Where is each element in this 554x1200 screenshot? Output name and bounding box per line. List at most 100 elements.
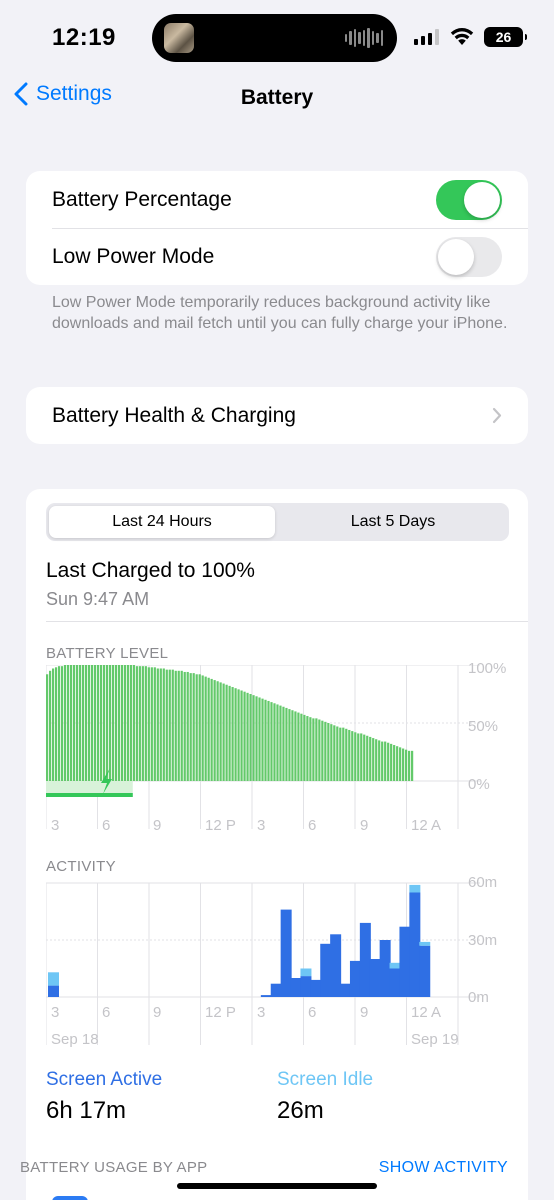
battery-level-bar (63, 665, 67, 781)
battery-level-bar (354, 732, 357, 781)
battery-level-bar (396, 746, 399, 781)
battery-level-bar (114, 665, 118, 781)
battery-x-tick-label: 6 (308, 817, 317, 834)
battery-level-bar (51, 668, 55, 781)
tab-last-24-hours[interactable]: Last 24 Hours (49, 506, 275, 538)
battery-level-bar (228, 685, 231, 781)
battery-level-bar (297, 712, 300, 781)
battery-level-bar (159, 668, 162, 781)
battery-usage-by-app-label: BATTERY USAGE BY APP (20, 1159, 208, 1176)
battery-level-bar (87, 665, 91, 781)
battery-level-bar (207, 677, 210, 781)
screen-active-bar (48, 985, 59, 997)
battery-x-tick-label: 3 (257, 817, 266, 834)
activity-x-tick-label: 9 (360, 1004, 369, 1021)
low-power-mode-label: Low Power Mode (52, 244, 215, 268)
battery-level-bar (60, 666, 64, 781)
battery-level-bar (108, 665, 112, 781)
screen-active-bar (409, 892, 421, 997)
battery-level-bar (129, 665, 132, 781)
activity-x-tick-label: 12 A (411, 1004, 442, 1021)
battery-level-bar (123, 665, 126, 781)
battery-level-bar (156, 668, 159, 781)
battery-level-bar (153, 667, 156, 781)
battery-x-tick-label: 9 (153, 817, 162, 834)
battery-level-bar (279, 705, 282, 781)
battery-level-bar (243, 691, 246, 781)
battery-percentage-toggle[interactable] (436, 180, 502, 220)
battery-x-tick-label: 12 A (411, 817, 442, 834)
activity-y-tick-label: 60m (468, 874, 498, 891)
battery-level-bar (321, 720, 324, 781)
dynamic-island[interactable] (152, 14, 397, 62)
activity-x-tick-label: 6 (308, 1004, 317, 1021)
battery-level-bar (294, 711, 297, 781)
battery-x-tick-label: 9 (360, 817, 369, 834)
battery-level-bar (231, 687, 234, 781)
screen-active-bar (330, 934, 342, 997)
battery-level-bar (405, 749, 408, 781)
battery-level-bar (180, 670, 183, 781)
battery-level-bar (201, 675, 204, 781)
battery-level-bar (270, 702, 273, 781)
battery-level-bar (102, 665, 106, 781)
screen-idle-bar (300, 968, 312, 977)
battery-level-bar (312, 718, 315, 781)
last-charged-title: Last Charged to 100% (46, 559, 255, 582)
battery-level-bar (204, 676, 207, 781)
battery-level-bar (252, 695, 255, 781)
battery-level-bar (66, 665, 70, 781)
battery-level-bar (336, 726, 339, 781)
screen-active-bar (419, 945, 431, 997)
battery-level-bar (288, 709, 291, 781)
battery-y-tick-label: 50% (468, 718, 499, 735)
battery-health-row[interactable]: Battery Health & Charging (26, 387, 528, 444)
battery-level-bar (402, 748, 405, 781)
tab-last-5-days[interactable]: Last 5 Days (280, 506, 506, 538)
battery-health-label: Battery Health & Charging (52, 403, 296, 427)
battery-level-bar (90, 665, 94, 781)
screen-active-bar (290, 978, 302, 997)
battery-x-tick-label: 6 (102, 817, 111, 834)
battery-level-bar (126, 665, 129, 781)
battery-percentage-row: Battery Percentage (26, 171, 528, 228)
battery-level-bar (378, 740, 381, 781)
battery-level-bar (105, 665, 109, 781)
battery-level-bar (309, 717, 312, 781)
battery-level-bar (327, 723, 330, 781)
battery-health-card[interactable]: Battery Health & Charging (26, 387, 528, 444)
battery-level-bar (369, 736, 372, 781)
battery-level-bar (141, 666, 144, 781)
low-power-footnote: Low Power Mode temporarily reduces backg… (52, 294, 508, 332)
activity-y-tick-label: 0m (468, 989, 489, 1006)
battery-level-bar (120, 665, 123, 781)
home-indicator[interactable] (177, 1183, 377, 1189)
battery-percentage-label: Battery Percentage (52, 187, 232, 211)
screen-active-bar (369, 959, 381, 997)
battery-y-tick-label: 0% (468, 776, 490, 793)
screen-active-bar (270, 983, 282, 997)
battery-x-tick-label: 3 (51, 817, 60, 834)
battery-level-bar (339, 727, 342, 781)
battery-level-bar (273, 703, 276, 781)
screen-active-bar (389, 968, 401, 997)
chevron-right-icon (492, 407, 502, 424)
battery-level-bar (138, 666, 141, 781)
battery-level-bar (372, 738, 375, 781)
battery-level-bar (69, 665, 73, 781)
battery-level-bar (147, 667, 150, 781)
battery-level-badge: 26 (484, 27, 527, 47)
battery-level-bar (246, 692, 249, 781)
battery-level-bar (177, 670, 180, 781)
battery-level-bar (357, 733, 360, 781)
battery-level-bar (48, 670, 52, 781)
low-power-mode-toggle[interactable] (436, 237, 502, 277)
battery-level-bar (210, 678, 213, 781)
battery-level-bar (366, 735, 369, 781)
screen-active-bar (320, 943, 332, 997)
show-activity-button[interactable]: SHOW ACTIVITY (379, 1159, 508, 1177)
screen-active-bar (260, 995, 272, 997)
activity-x-tick-label: 3 (51, 1004, 60, 1021)
app-icon (52, 1196, 88, 1200)
battery-level-bar (330, 724, 333, 781)
